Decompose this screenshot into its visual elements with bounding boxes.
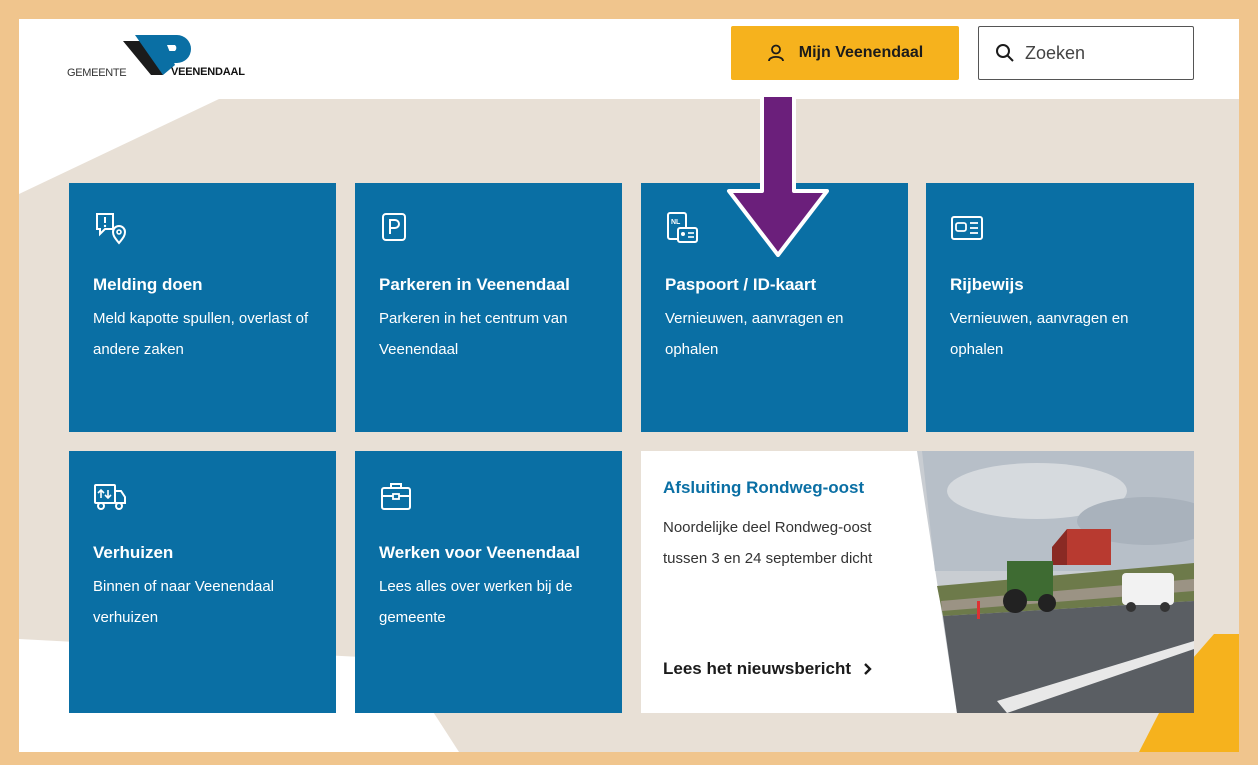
tile-title: Parkeren in Veenendaal [379, 275, 570, 294]
page-frame: GEMEENTE VEENENDAAL Mijn Veenendaal Zoek… [19, 19, 1239, 752]
news-title: Afsluiting Rondweg-oost [663, 478, 865, 497]
site-header: GEMEENTE VEENENDAAL Mijn Veenendaal [19, 19, 1239, 99]
tile-verhuizen[interactable]: Verhuizen Binnen of naar Veenendaal verh… [69, 451, 336, 713]
report-location-icon [96, 213, 127, 245]
mijn-veenendaal-button[interactable]: Mijn Veenendaal [731, 26, 959, 80]
news-card[interactable]: Afsluiting Rondweg-oost Noordelijke deel… [641, 451, 1194, 713]
tile-description: Vernieuwen, aanvragen en ophalen [665, 310, 844, 358]
tile-description: Lees alles over werken bij de gemeente [379, 578, 573, 626]
search-input[interactable] [1025, 42, 1175, 64]
mijn-veenendaal-label: Mijn Veenendaal [798, 44, 924, 61]
tile-title: Verhuizen [93, 543, 174, 562]
drivers-license-icon [951, 216, 983, 240]
tile-description: Meld kapotte spullen, overlast of andere… [93, 310, 309, 358]
news-description: Noordelijke deel Rondweg-oost tussen 3 e… [663, 519, 873, 567]
passport-id-icon: NL [667, 212, 698, 243]
tile-title: Rijbewijs [950, 275, 1024, 294]
annotation-arrow-icon [727, 95, 829, 257]
parking-icon [382, 213, 406, 241]
svg-text:NL: NL [671, 219, 681, 226]
search-box[interactable] [978, 26, 1194, 80]
tile-melding-doen[interactable]: Melding doen Meld kapotte spullen, overl… [69, 183, 336, 432]
logo-text-veenendaal: VEENENDAAL [171, 66, 245, 78]
chevron-right-icon [864, 663, 872, 675]
tile-description: Vernieuwen, aanvragen en ophalen [950, 310, 1129, 358]
tile-werken-voor-veenendaal[interactable]: Werken voor Veenendaal Lees alles over w… [355, 451, 622, 713]
tile-parkeren[interactable]: Parkeren in Veenendaal Parkeren in het c… [355, 183, 622, 432]
road-closure-photo [917, 451, 1194, 713]
gemeente-veenendaal-logo[interactable]: GEMEENTE VEENENDAAL [67, 31, 307, 81]
user-icon [767, 44, 784, 62]
news-link-label: Lees het nieuwsbericht [663, 659, 851, 678]
tile-rijbewijs[interactable]: Rijbewijs Vernieuwen, aanvragen en ophal… [926, 183, 1194, 432]
tile-title: Werken voor Veenendaal [379, 543, 580, 562]
news-read-more-link[interactable]: Lees het nieuwsbericht [663, 659, 872, 679]
logo-text-gemeente: GEMEENTE [67, 67, 127, 79]
news-text: Afsluiting Rondweg-oost Noordelijke deel… [663, 471, 903, 574]
search-icon [996, 44, 1014, 62]
tile-title: Melding doen [93, 275, 203, 294]
tile-title: Paspoort / ID-kaart [665, 275, 817, 294]
tile-description: Binnen of naar Veenendaal verhuizen [93, 578, 274, 626]
briefcase-icon [381, 483, 411, 510]
moving-truck-icon [94, 484, 126, 510]
tile-description: Parkeren in het centrum van Veenendaal [379, 310, 568, 358]
